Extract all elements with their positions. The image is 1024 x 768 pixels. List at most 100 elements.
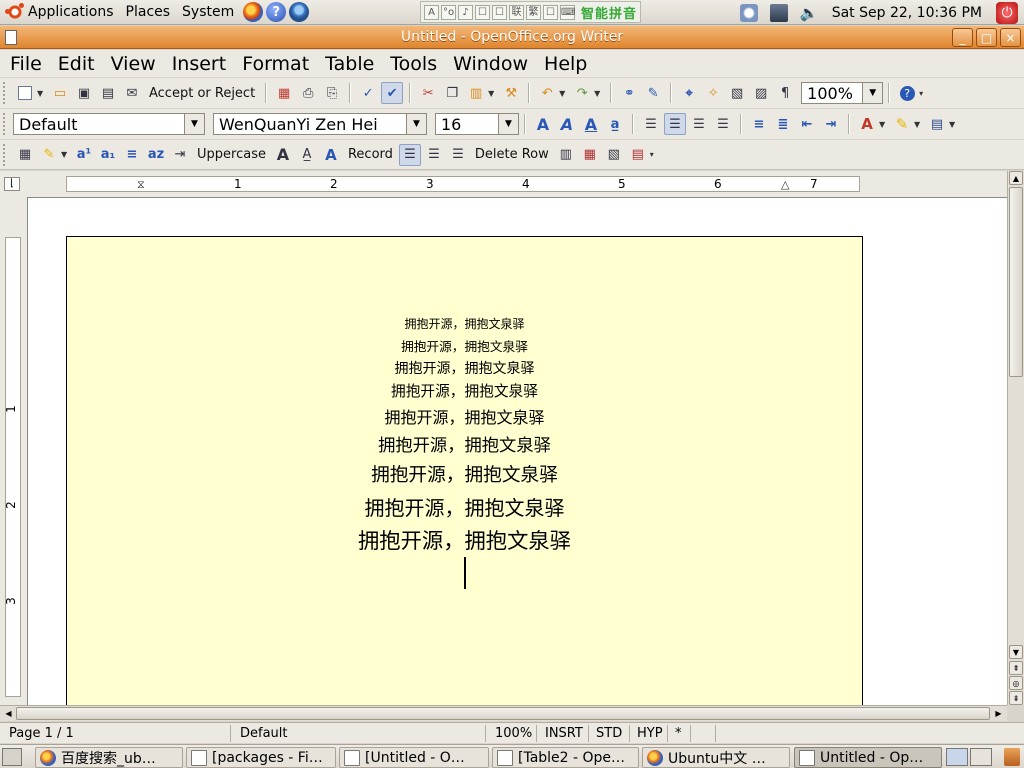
character-format-icon[interactable]: a̲ [604, 113, 626, 135]
vertical-ruler[interactable]: 1 2 3 [4, 237, 21, 697]
numbering-icon[interactable]: ≡ [748, 113, 770, 135]
highlighting-icon[interactable]: ✎ [891, 113, 913, 135]
navigator-icon[interactable]: ✧ [702, 82, 724, 104]
document-line[interactable]: 拥抱开源，拥抱文泉驿 [67, 404, 862, 428]
undo-icon[interactable]: ↶ [536, 82, 558, 104]
show-desktop-icon[interactable] [2, 748, 22, 766]
fontwork-icon[interactable]: A [320, 144, 342, 166]
vertical-scroll-thumb[interactable] [1009, 187, 1023, 377]
previous-page-icon[interactable]: ⇞ [1009, 661, 1023, 675]
autospellcheck-icon[interactable]: ✔ [381, 82, 404, 104]
scroll-up-arrow[interactable]: ▲ [1009, 171, 1023, 185]
status-zoom[interactable]: 100% [489, 725, 537, 742]
document-line[interactable]: 拥抱开源，拥抱文泉驿 [67, 492, 862, 521]
align-left-icon[interactable]: ☰ [640, 113, 662, 135]
split-cells-icon[interactable]: ▤ [627, 144, 649, 166]
print-preview-icon[interactable]: ⎘ [321, 82, 343, 104]
paste-dropdown-arrow[interactable]: ▼ [488, 89, 496, 98]
minimize-button[interactable]: _ [952, 28, 973, 47]
align-right-2-icon[interactable]: ☰ [447, 144, 469, 166]
gallery-icon[interactable]: ▧ [726, 82, 748, 104]
toolbar-more-icon[interactable]: ▾ [919, 89, 927, 98]
justify-icon[interactable]: ☰ [712, 113, 734, 135]
spellcheck-icon[interactable]: ✓ [357, 82, 379, 104]
zoom-dropdown-arrow[interactable]: ▼ [862, 83, 883, 103]
highlight-pen-dropdown-arrow[interactable]: ▼ [61, 150, 69, 159]
data-sources-icon[interactable]: ▨ [750, 82, 772, 104]
menu-help[interactable]: Help [538, 53, 593, 75]
menu-file[interactable]: File [4, 53, 48, 75]
firefox-launcher-icon[interactable] [243, 2, 264, 22]
bullets-icon[interactable]: ≣ [772, 113, 794, 135]
delete-column-icon[interactable]: ▦ [579, 144, 601, 166]
grid-icon[interactable]: ▦ [14, 144, 36, 166]
menu-insert[interactable]: Insert [166, 53, 233, 75]
record-changes-button[interactable]: Record [343, 147, 398, 162]
menu-edit[interactable]: Edit [52, 53, 101, 75]
ime-width-icon[interactable]: ☐ [475, 4, 490, 20]
status-modified[interactable]: * [669, 725, 691, 742]
align-center-icon[interactable]: ☰ [664, 113, 686, 135]
copy-icon[interactable]: ❐ [441, 82, 463, 104]
left-indent-marker[interactable]: ⧖ [137, 177, 147, 192]
uppercase-button[interactable]: Uppercase [192, 147, 271, 162]
taskbar-item[interactable]: Ubuntu中文 … [642, 747, 790, 768]
highlighting-dropdown-arrow[interactable]: ▼ [914, 120, 922, 129]
new-document-icon[interactable] [14, 82, 36, 104]
menu-view[interactable]: View [105, 53, 162, 75]
navigation-icon[interactable]: ◎ [1009, 676, 1023, 690]
system-menu[interactable]: System [176, 0, 240, 25]
open-folder-icon[interactable]: ▭ [49, 82, 71, 104]
insert-table-icon[interactable]: ▥ [555, 144, 577, 166]
applications-menu[interactable]: Applications [0, 0, 120, 25]
font-size-combo[interactable]: 16 ▼ [435, 113, 519, 135]
volume-icon[interactable]: 🔈 [800, 4, 819, 22]
indent-icon[interactable]: ⇥ [169, 144, 191, 166]
underline-icon[interactable]: A [580, 113, 602, 135]
background-color-dropdown-arrow[interactable]: ▼ [949, 120, 957, 129]
document-line[interactable]: 拥抱开源，拥抱文泉驿 [67, 336, 862, 355]
scroll-down-arrow[interactable]: ▼ [1009, 645, 1023, 659]
ime-lock-icon[interactable]: ☐ [543, 4, 558, 20]
help-launcher-icon[interactable]: ? [266, 2, 287, 22]
ime-option-icon[interactable]: ☐ [492, 4, 507, 20]
character-border-icon[interactable]: A̲ [296, 144, 318, 166]
font-name-combo[interactable]: WenQuanYi Zen Hei ▼ [213, 113, 427, 135]
align-right-icon[interactable]: ☰ [688, 113, 710, 135]
save-icon[interactable]: ▣ [73, 82, 95, 104]
toolbar-grip[interactable] [3, 113, 9, 135]
taskbar-item[interactable]: [Untitled - O… [339, 747, 489, 768]
workspace-1[interactable] [946, 748, 968, 766]
nonprinting-characters-icon[interactable]: ¶ [774, 82, 796, 104]
align-center-2-icon[interactable]: ☰ [423, 144, 445, 166]
places-menu[interactable]: Places [120, 0, 177, 25]
panel-clock[interactable]: Sat Sep 22, 10:36 PM [832, 5, 982, 21]
zoom-combo[interactable]: 100% ▼ [801, 82, 884, 104]
document-line[interactable]: 拥抱开源，拥抱文泉驿 [67, 460, 862, 487]
thunderbird-launcher-icon[interactable] [289, 2, 310, 22]
document-page[interactable]: 拥抱开源，拥抱文泉驿 拥抱开源，拥抱文泉驿 拥抱开源，拥抱文泉驿 拥抱开源，拥抱文泉驿… [66, 236, 863, 705]
status-page-style[interactable]: Default [234, 725, 486, 742]
background-color-icon[interactable]: ▤ [926, 113, 948, 135]
document-area[interactable]: 拥抱开源，拥抱文泉驿 拥抱开源，拥抱文泉驿 拥抱开源，拥抱文泉驿 拥抱开源，拥抱文泉驿… [27, 197, 1007, 705]
trash-icon[interactable] [1004, 748, 1020, 766]
scroll-right-arrow[interactable]: ▶ [992, 707, 1005, 720]
ime-name-label[interactable]: 智能拼音 [581, 3, 637, 22]
email-document-icon[interactable]: ✉ [121, 82, 143, 104]
power-icon[interactable]: ⏻ [996, 1, 1018, 24]
status-insert-mode[interactable]: INSRT [539, 725, 589, 742]
menu-format[interactable]: Format [236, 53, 315, 75]
network-monitor-icon[interactable] [769, 3, 788, 22]
horizontal-scrollbar[interactable]: ◀ ▶ [0, 705, 1007, 721]
status-hyperlink-mode[interactable]: HYP [631, 725, 668, 742]
tab-stop-selector[interactable]: ⌊ [4, 177, 20, 191]
document-line[interactable]: 拥抱开源，拥抱文泉驿 [67, 315, 862, 332]
window-titlebar[interactable]: Untitled - OpenOffice.org Writer _ □ × [0, 26, 1024, 49]
next-page-icon[interactable]: ⇟ [1009, 691, 1023, 705]
help-icon[interactable]: ? [896, 82, 918, 104]
menu-window[interactable]: Window [447, 53, 534, 75]
export-pdf-icon[interactable]: ▦ [273, 82, 295, 104]
scroll-left-arrow[interactable]: ◀ [2, 707, 15, 720]
subscript-icon[interactable]: a₁ [97, 144, 119, 166]
redo-icon[interactable]: ↷ [571, 82, 593, 104]
